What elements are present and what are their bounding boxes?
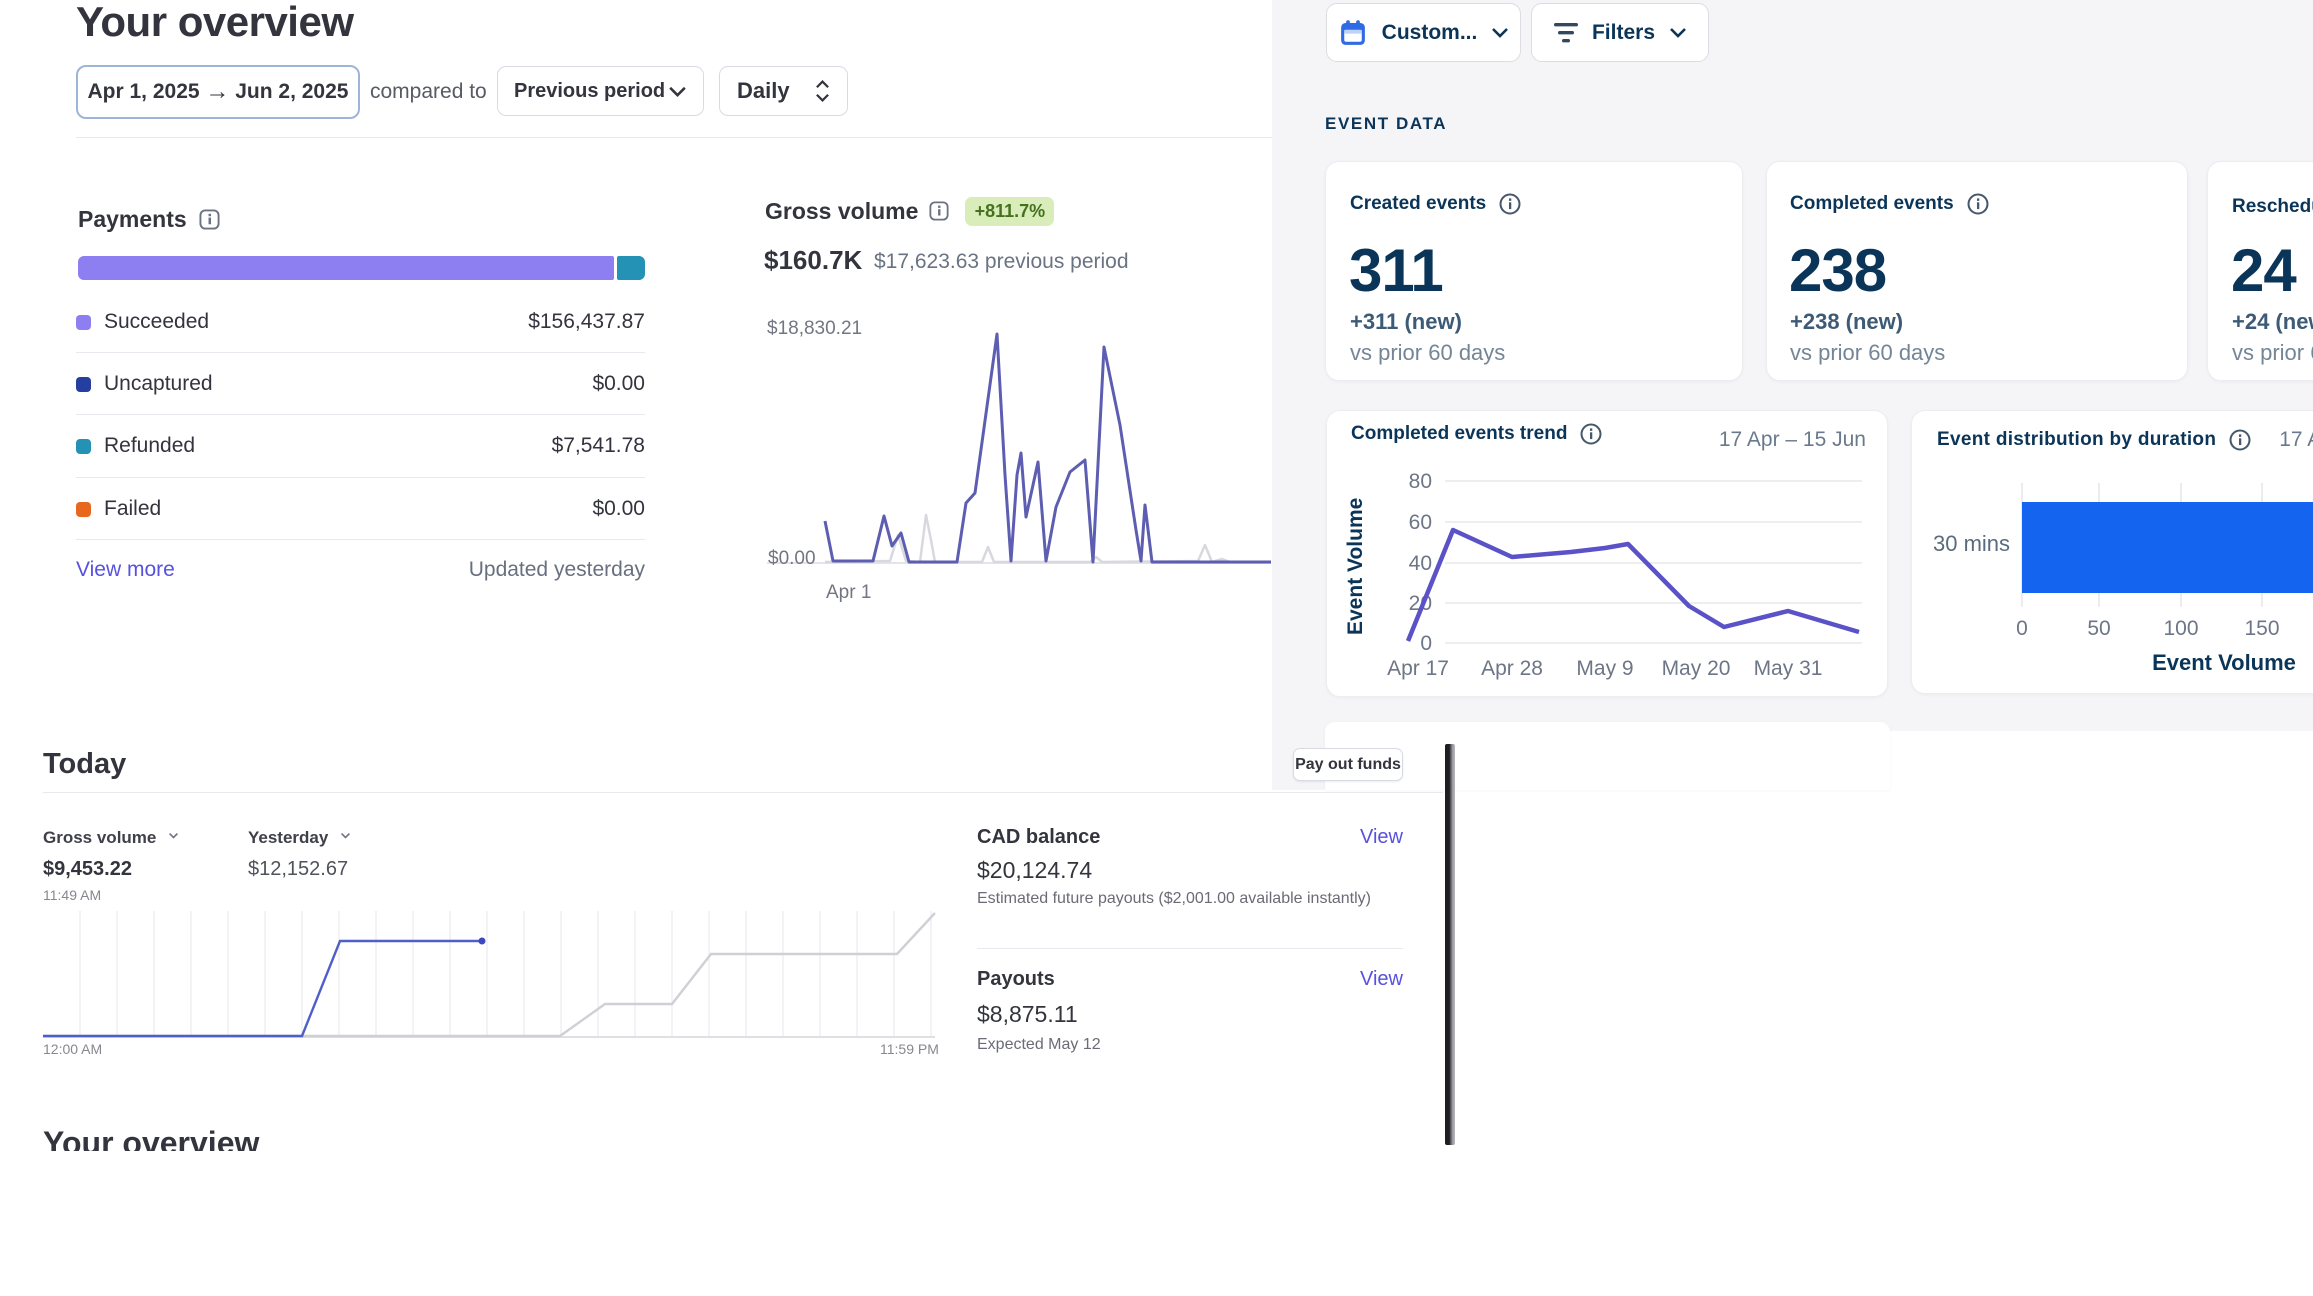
svg-text:$0.00: $0.00 bbox=[768, 548, 816, 569]
svg-text:150: 150 bbox=[2244, 617, 2279, 640]
svg-text:Event Volume: Event Volume bbox=[2152, 650, 2296, 675]
svg-text:Apr 1: Apr 1 bbox=[826, 582, 871, 603]
svg-text:100: 100 bbox=[2163, 617, 2198, 640]
svg-text:30 mins: 30 mins bbox=[1933, 531, 2010, 556]
svg-text:Apr 28: Apr 28 bbox=[1481, 657, 1543, 680]
svg-text:80: 80 bbox=[1409, 470, 1432, 493]
svg-text:May 31: May 31 bbox=[1754, 657, 1823, 680]
svg-text:60: 60 bbox=[1409, 511, 1432, 534]
svg-text:Event Volume: Event Volume bbox=[1344, 498, 1367, 635]
svg-text:40: 40 bbox=[1409, 552, 1432, 575]
svg-text:$18,830.21: $18,830.21 bbox=[767, 318, 862, 339]
svg-text:May 9: May 9 bbox=[1576, 657, 1633, 680]
svg-text:50: 50 bbox=[2087, 617, 2110, 640]
svg-text:Apr 17: Apr 17 bbox=[1387, 657, 1449, 680]
svg-text:0: 0 bbox=[2016, 617, 2028, 640]
svg-text:May 20: May 20 bbox=[1662, 657, 1731, 680]
svg-text:0: 0 bbox=[1420, 632, 1432, 655]
